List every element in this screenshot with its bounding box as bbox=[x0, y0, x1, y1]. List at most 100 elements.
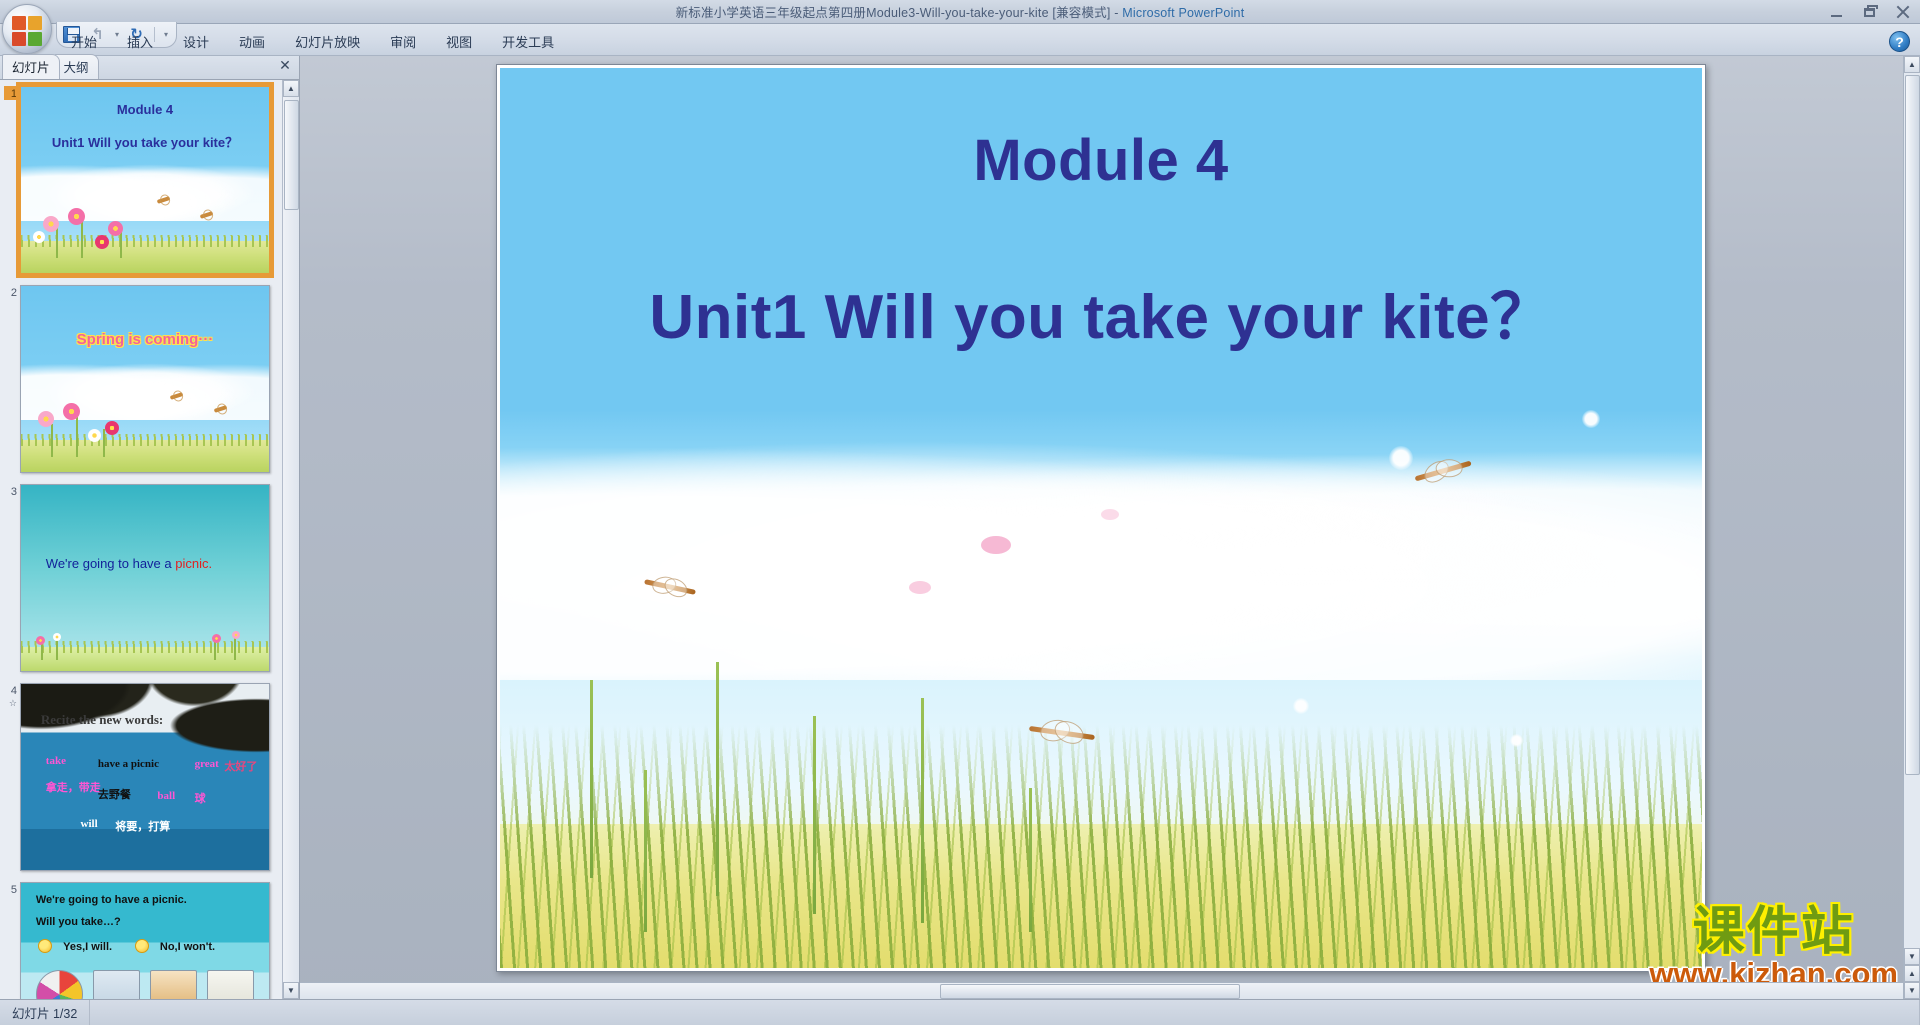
sad-face-icon bbox=[135, 938, 150, 953]
status-filler bbox=[90, 999, 1920, 1025]
slides-pane-scroll-thumb[interactable] bbox=[284, 100, 299, 210]
thumbnail-4-word-take-en: take bbox=[45, 754, 66, 767]
slides-pane-scroll-down-icon[interactable]: ▼ bbox=[283, 982, 299, 999]
window-title-document: 新标准小学英语三年级起点第四册Module3-Will-you-take-you… bbox=[675, 6, 1111, 20]
thumbnail-row-2[interactable]: 2 Spring is coming··· bbox=[4, 285, 282, 473]
help-icon[interactable]: ? bbox=[1889, 31, 1910, 52]
thumbnail-slide-4[interactable]: Recite the new words: take 拿走，带走 have a … bbox=[20, 683, 270, 871]
minimize-icon bbox=[1831, 15, 1842, 17]
thumb1-grass bbox=[21, 235, 269, 273]
tab-home[interactable]: 开始 bbox=[56, 28, 112, 55]
tab-insert[interactable]: 插入 bbox=[112, 28, 168, 55]
tab-slide-show[interactable]: 幻灯片放映 bbox=[280, 28, 375, 55]
thumbnail-4-word-will-en: will bbox=[80, 817, 98, 830]
office-orb-button[interactable] bbox=[2, 4, 52, 54]
thumbnail-4-word-picnic-cn: 去野餐 bbox=[97, 789, 131, 802]
restore-icon bbox=[1864, 8, 1875, 17]
title-bar: 新标准小学英语三年级起点第四册Module3-Will-you-take-you… bbox=[0, 0, 1920, 24]
thumbnail-row-1[interactable]: 1 Module 4 Unit1 Will you take your kite… bbox=[4, 82, 282, 278]
thumbnail-4-word-will-cn: 将要，打算 bbox=[115, 820, 171, 833]
slide-hscroll-thumb[interactable] bbox=[940, 983, 1240, 999]
thumbnail-number-4: 4 ☆ bbox=[4, 683, 20, 709]
petal-drift-3 bbox=[1101, 509, 1119, 520]
thumbnail-4-word-take-cn: 拿走，带走 bbox=[45, 781, 101, 794]
thumbnail-row-3[interactable]: 3 We're going to have a picnic. bbox=[4, 484, 282, 672]
slide-grass-blades bbox=[500, 725, 1702, 968]
bokeh-2 bbox=[1581, 410, 1600, 428]
status-bar: 幻灯片 1/32 bbox=[0, 999, 1920, 1025]
flower-white-1 bbox=[526, 608, 588, 670]
thumbnail-4-word-picnic-en: have a picnic bbox=[97, 758, 159, 771]
current-slide-frame[interactable]: Module 4 Unit1 Will you take your kite？ bbox=[496, 64, 1706, 972]
thumbnail-5-image-rice bbox=[207, 970, 255, 999]
window-title-separator: - bbox=[1110, 6, 1123, 20]
thumb1-clouds bbox=[21, 157, 269, 221]
flower-pink-3 bbox=[873, 770, 955, 852]
thumbnail-number-4-value: 4 bbox=[10, 685, 17, 697]
thumbnail-row-4[interactable]: 4 ☆ Recite the new words: take 拿走，带走 hav… bbox=[4, 683, 282, 871]
dragonfly-1-wing-right bbox=[1435, 458, 1462, 478]
tab-design[interactable]: 设计 bbox=[168, 28, 224, 55]
animation-star-icon: ☆ bbox=[8, 698, 17, 708]
slide-horizontal-scrollbar[interactable] bbox=[300, 982, 1903, 999]
bokeh-4 bbox=[1052, 635, 1065, 647]
thumbnail-number-1: 1 bbox=[4, 86, 20, 100]
thumbnail-slide-2[interactable]: Spring is coming··· bbox=[20, 285, 270, 473]
thumbnail-4-word-great-en: great bbox=[194, 758, 219, 771]
office-logo-tile-4 bbox=[27, 31, 42, 46]
tab-developer[interactable]: 开发工具 bbox=[487, 28, 569, 55]
thumb2-clouds bbox=[21, 356, 269, 420]
tab-outline[interactable]: 大纲 bbox=[53, 54, 99, 79]
thumbnail-number-2: 2 bbox=[10, 287, 17, 299]
previous-slide-icon[interactable]: ▲ bbox=[1904, 965, 1920, 982]
close-button[interactable] bbox=[1892, 3, 1914, 21]
flower-stem-5 bbox=[644, 770, 648, 932]
slide-scroll-thumb[interactable] bbox=[1905, 75, 1920, 775]
slide-editor: Module 4 Unit1 Will you take your kite？ … bbox=[300, 56, 1920, 999]
thumbnail-slide-3[interactable]: We're going to have a picnic. bbox=[20, 484, 270, 672]
slide-vertical-scrollbar[interactable]: ▲ ▼ ▲ ▼ bbox=[1903, 56, 1920, 999]
thumbnail-list[interactable]: 1 Module 4 Unit1 Will you take your kite… bbox=[0, 80, 282, 999]
slides-pane-scroll-up-icon[interactable]: ▲ bbox=[283, 80, 299, 97]
bokeh-5 bbox=[1293, 698, 1310, 714]
flower-magenta-1 bbox=[566, 752, 636, 822]
slide-scroll-track[interactable] bbox=[1904, 73, 1920, 948]
tab-slides[interactable]: 幻灯片 bbox=[2, 54, 60, 79]
thumbnail-4-word-ball-cn: 球 bbox=[194, 793, 206, 806]
tab-review[interactable]: 审阅 bbox=[375, 28, 431, 55]
thumbnail-3-text-plain: We're going to have a bbox=[45, 555, 176, 571]
thumbnail-5-line1: We're going to have a picnic. bbox=[35, 894, 187, 907]
slide-subtitle[interactable]: Unit1 Will you take your kite？ bbox=[500, 266, 1702, 356]
thumbnail-4-heading: Recite the new words: bbox=[40, 711, 164, 727]
restore-button[interactable] bbox=[1859, 3, 1881, 21]
slide-scroll-up-icon[interactable]: ▲ bbox=[1904, 56, 1920, 73]
thumbnail-4-word-ball-en: ball bbox=[157, 790, 176, 803]
bokeh-7 bbox=[1509, 734, 1523, 747]
slide-scroll-down-icon[interactable]: ▼ bbox=[1904, 948, 1920, 965]
office-logo-tile-1 bbox=[12, 16, 27, 31]
powerpoint-window: 新标准小学英语三年级起点第四册Module3-Will-you-take-you… bbox=[0, 0, 1920, 1025]
status-slide-counter: 幻灯片 1/32 bbox=[0, 999, 91, 1025]
slides-pane: 幻灯片 大纲 ✕ 1 Module 4 Unit1 Will you take … bbox=[0, 54, 300, 999]
slide-title[interactable]: Module 4 bbox=[500, 127, 1702, 194]
thumbnail-4-word-great-cn: 太好了 bbox=[224, 761, 258, 774]
slides-pane-scrollbar[interactable]: ▲ ▼ bbox=[282, 80, 299, 999]
office-logo-tile-3 bbox=[12, 31, 27, 46]
flower-pink-2 bbox=[770, 698, 844, 772]
thumbnail-5-image-kite bbox=[92, 970, 141, 999]
slides-pane-tabs: 幻灯片 大纲 ✕ bbox=[0, 54, 299, 80]
thumbnail-row-5[interactable]: 5 We're going to have a picnic. Will you… bbox=[4, 882, 282, 999]
close-pane-icon[interactable]: ✕ bbox=[277, 59, 293, 75]
minimize-button[interactable] bbox=[1826, 3, 1848, 21]
current-slide[interactable]: Module 4 Unit1 Will you take your kite？ bbox=[500, 68, 1702, 968]
thumbnail-slide-1[interactable]: Module 4 Unit1 Will you take your kite？ bbox=[16, 82, 274, 278]
thumbnail-number-3: 3 bbox=[10, 486, 17, 498]
thumbnail-1-title: Module 4 bbox=[116, 101, 174, 117]
slide-cloud-band bbox=[500, 428, 1702, 680]
thumbnail-slide-5[interactable]: We're going to have a picnic. Will you t… bbox=[20, 882, 270, 999]
tab-animations[interactable]: 动画 bbox=[224, 28, 280, 55]
window-title-app: Microsoft PowerPoint bbox=[1122, 6, 1245, 20]
next-slide-icon[interactable]: ▼ bbox=[1904, 982, 1920, 999]
thumbnails-area: 1 Module 4 Unit1 Will you take your kite… bbox=[0, 80, 299, 999]
tab-view[interactable]: 视图 bbox=[431, 28, 487, 55]
